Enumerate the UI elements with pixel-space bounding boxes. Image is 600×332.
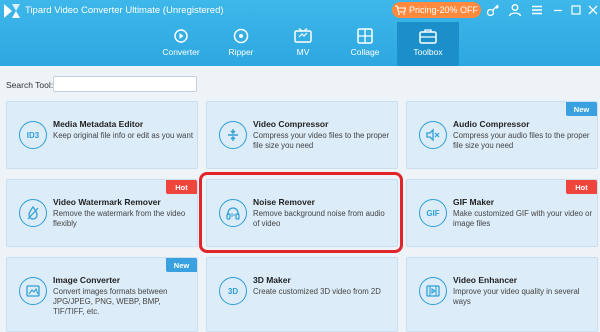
menu-icon[interactable] — [530, 3, 544, 17]
tool-title: GIF Maker — [453, 197, 495, 207]
pricing-label: Pricing-20% OFF — [408, 5, 479, 15]
toolbox-icon — [419, 29, 437, 44]
tool-video-watermark-remover[interactable]: Video Watermark Remover Remove the water… — [6, 179, 198, 247]
tool-video-enhancer[interactable]: Video Enhancer Improve your video qualit… — [406, 257, 598, 332]
tool-description: Compress your audio files to the proper … — [453, 131, 590, 150]
new-badge: New — [566, 102, 597, 116]
hot-badge: Hot — [566, 180, 597, 194]
app-title: Tipard Video Converter Ultimate (Unregis… — [25, 5, 224, 16]
tool-description: Compress your video files to the proper … — [253, 131, 390, 150]
tool-3d-maker[interactable]: 3D 3D Maker Create customized 3D video f… — [206, 257, 398, 332]
tool-description: Make customized GIF with your video or i… — [453, 209, 593, 228]
tab-mv[interactable]: MV — [272, 22, 334, 66]
tool-title: Audio Compressor — [453, 119, 530, 129]
converter-icon — [174, 29, 188, 43]
tab-label: Ripper — [228, 47, 254, 57]
enhancer-icon — [419, 277, 447, 305]
highlight-box — [199, 172, 403, 253]
tool-title: Video Watermark Remover — [53, 197, 161, 207]
app-logo-icon — [4, 4, 20, 18]
user-icon[interactable] — [508, 3, 522, 17]
tab-toolbox[interactable]: Toolbox — [397, 22, 459, 66]
tab-label: Toolbox — [413, 47, 443, 57]
pricing-button[interactable]: Pricing-20% OFF — [392, 2, 481, 18]
collage-icon — [357, 28, 373, 44]
tab-label: MV — [296, 47, 310, 57]
minimize-icon[interactable] — [551, 3, 565, 17]
droplet-icon — [19, 199, 47, 227]
tool-description: Keep original file info or edit as you w… — [53, 131, 193, 140]
new-badge: New — [166, 258, 197, 272]
tool-description: Convert images formats between JPG/JPEG,… — [53, 287, 168, 316]
id3-icon: ID3 — [19, 121, 47, 149]
tool-image-converter[interactable]: Image Converter Convert images formats b… — [6, 257, 198, 332]
3d-icon: 3D — [219, 277, 247, 305]
tab-label: Collage — [350, 47, 380, 57]
maximize-icon[interactable] — [569, 3, 583, 17]
key-icon[interactable] — [486, 3, 500, 17]
tool-media-metadata-editor[interactable]: ID3 Media Metadata Editor Keep original … — [6, 101, 198, 169]
tool-video-compressor[interactable]: Video Compressor Compress your video fil… — [206, 101, 398, 169]
tool-description: Remove the watermark from the video flex… — [53, 209, 186, 228]
audio-compress-icon — [419, 121, 447, 149]
image-convert-icon — [19, 277, 47, 305]
title-bar: Tipard Video Converter Ultimate (Unregis… — [0, 0, 600, 66]
tool-audio-compressor[interactable]: Audio Compressor Compress your audio fil… — [406, 101, 598, 169]
gif-icon: GIF — [419, 199, 447, 227]
tool-title: Video Compressor — [253, 119, 329, 129]
mv-icon — [294, 28, 312, 43]
tool-description: Create customized 3D video from 2D — [253, 287, 381, 296]
tab-converter[interactable]: Converter — [150, 22, 212, 66]
search-label: Search Tool: — [6, 80, 54, 90]
tab-ripper[interactable]: Ripper — [210, 22, 272, 66]
tool-title: 3D Maker — [253, 275, 291, 285]
cart-icon — [394, 5, 406, 15]
tab-collage[interactable]: Collage — [334, 22, 396, 66]
tool-gif-maker[interactable]: GIF GIF Maker Make customized GIF with y… — [406, 179, 598, 247]
tool-description: Improve your video quality in several wa… — [453, 287, 580, 306]
tab-label: Converter — [162, 47, 200, 57]
tool-title: Video Enhancer — [453, 275, 518, 285]
hot-badge: Hot — [166, 180, 197, 194]
tool-title: Image Converter — [53, 275, 121, 285]
compress-icon — [219, 121, 247, 149]
ripper-icon — [233, 28, 249, 44]
search-input[interactable] — [53, 76, 197, 92]
tool-title: Media Metadata Editor — [53, 119, 144, 129]
close-icon[interactable] — [586, 3, 600, 17]
